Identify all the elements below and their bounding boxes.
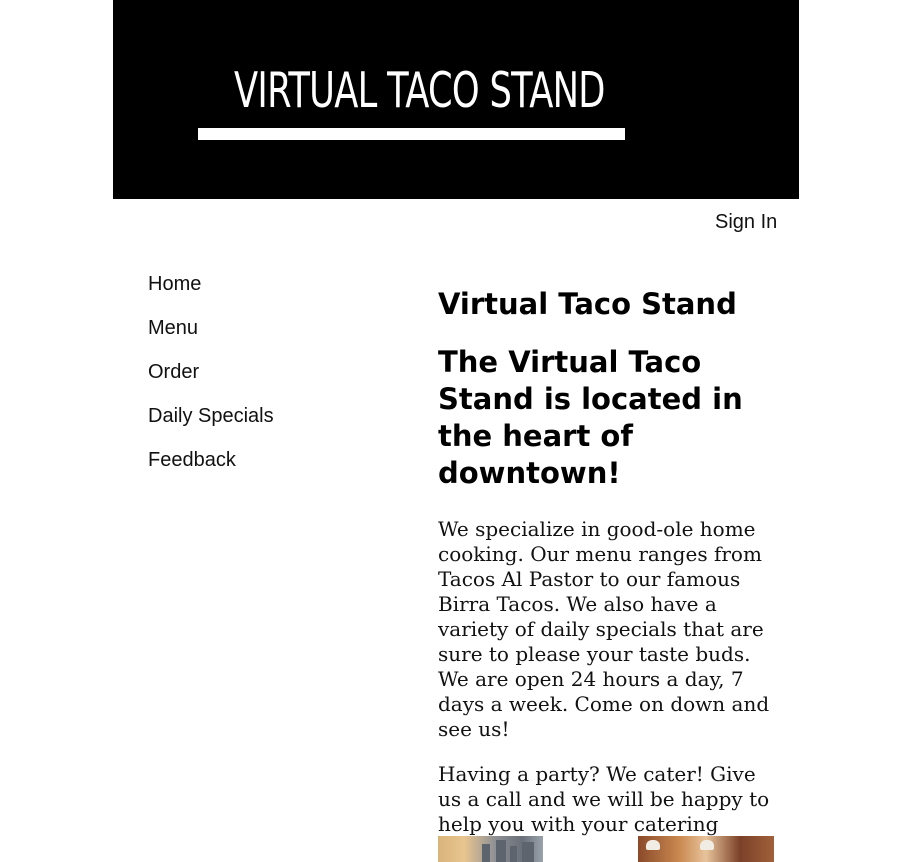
- nav-item-daily-specials: Daily Specials: [148, 402, 274, 446]
- nav-item-menu: Menu: [148, 314, 274, 358]
- nav-item-feedback: Feedback: [148, 446, 274, 490]
- page-title: Virtual Taco Stand: [438, 287, 737, 321]
- nav-item-order: Order: [148, 358, 274, 402]
- side-navigation: Home Menu Order Daily Specials Feedback: [148, 270, 274, 490]
- chefs-photo: [638, 836, 774, 862]
- city-skyline-photo: [438, 836, 543, 862]
- page: VIRTUAL TACO STAND Sign In Home Menu Ord…: [0, 0, 908, 862]
- nav-link-home[interactable]: Home: [148, 273, 201, 295]
- nav-link-daily-specials[interactable]: Daily Specials: [148, 405, 274, 427]
- logo-underline: [198, 128, 625, 140]
- sign-in-link[interactable]: Sign In: [715, 211, 777, 234]
- site-logo-text[interactable]: VIRTUAL TACO STAND: [234, 62, 605, 119]
- main-content: Virtual Taco Stand The Virtual Taco Stan…: [438, 284, 778, 862]
- nav-item-home: Home: [148, 270, 274, 314]
- page-subtitle: The Virtual Taco Stand is located in the…: [438, 345, 743, 490]
- nav-link-menu[interactable]: Menu: [148, 317, 198, 339]
- nav-link-feedback[interactable]: Feedback: [148, 449, 236, 471]
- intro-paragraph: We specialize in good-ole home cooking. …: [438, 517, 770, 741]
- nav-link-order[interactable]: Order: [148, 361, 199, 383]
- header-banner: VIRTUAL TACO STAND: [113, 0, 799, 199]
